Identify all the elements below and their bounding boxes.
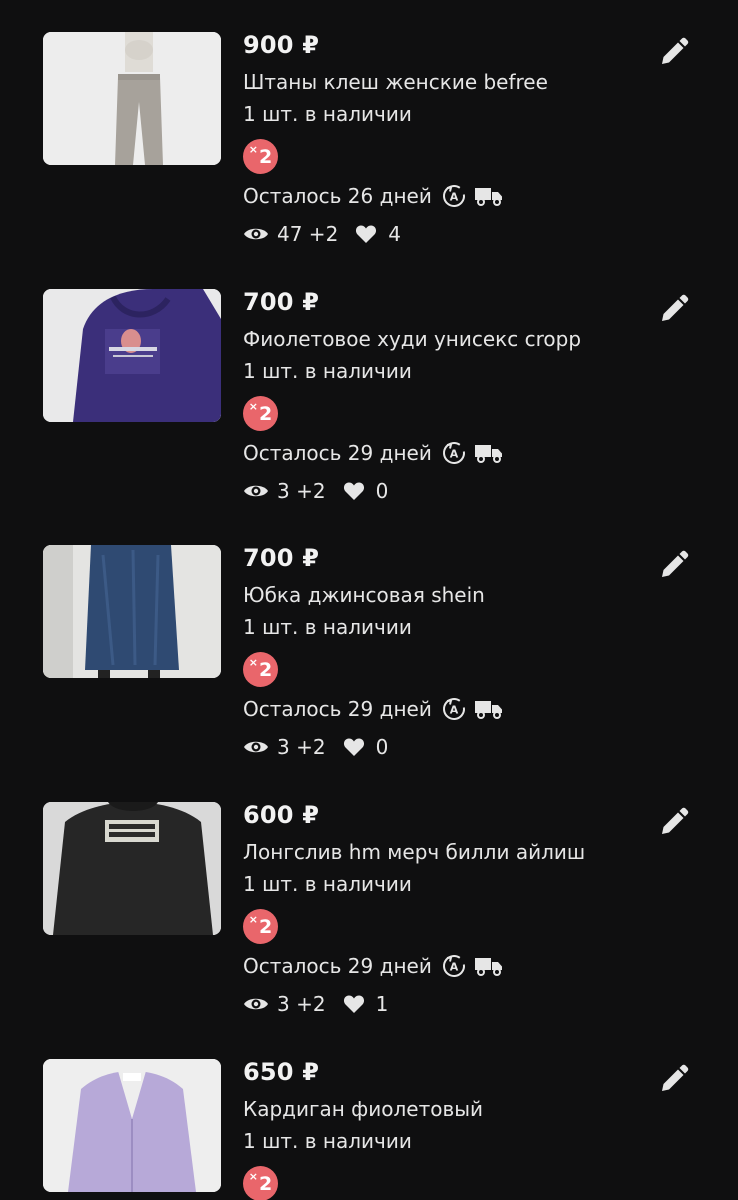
price: 650 ₽	[243, 1059, 320, 1086]
likes-count: 1	[375, 992, 389, 1016]
boost-badge[interactable]: × 2	[243, 396, 278, 431]
price: 700 ₽	[243, 288, 320, 316]
stock-status: 1 шт. в наличии	[243, 102, 412, 126]
days-left-row: Осталось 29 дней A	[243, 952, 503, 980]
eye-icon	[243, 738, 269, 756]
pencil-icon[interactable]	[656, 804, 692, 840]
auto-renew-icon: A	[442, 184, 466, 208]
stats-row: 3 +2 0	[243, 733, 388, 761]
boost-badge[interactable]: × 2	[243, 139, 278, 174]
days-left-row: Осталось 26 дней A	[243, 182, 503, 210]
svg-text:A: A	[450, 961, 459, 974]
truck-icon	[474, 956, 503, 976]
listing-item[interactable]: 700 ₽ Фиолетовое худи унисекс cropp 1 шт…	[0, 288, 738, 546]
eye-icon	[243, 225, 269, 243]
price: 700 ₽	[243, 544, 320, 572]
likes-count: 0	[375, 479, 389, 503]
svg-text:A: A	[450, 448, 459, 461]
heart-icon	[343, 994, 365, 1014]
views-count: 3 +2	[277, 992, 326, 1016]
pencil-icon[interactable]	[656, 34, 692, 70]
views-count: 47 +2	[277, 222, 339, 246]
stats-row: 3 +2 1	[243, 990, 388, 1018]
svg-text:A: A	[450, 704, 459, 717]
cardigan-photo-icon	[43, 1059, 221, 1192]
views-count: 3 +2	[277, 479, 326, 503]
likes-count: 4	[388, 222, 402, 246]
stats-row: 3 +2 0	[243, 477, 388, 505]
pencil-icon[interactable]	[656, 291, 692, 327]
listing-title[interactable]: Лонгслив hm мерч билли айлиш	[243, 840, 585, 864]
stats-row: 47 +2 4	[243, 220, 401, 248]
price: 900 ₽	[243, 31, 320, 59]
days-left: Осталось 29 дней	[243, 954, 432, 978]
truck-icon	[474, 186, 503, 206]
listing-item[interactable]: 900 ₽ Штаны клеш женские befree 1 шт. в …	[0, 31, 738, 289]
heart-icon	[343, 481, 365, 501]
views-count: 3 +2	[277, 735, 326, 759]
days-left: Осталось 26 дней	[243, 184, 432, 208]
pants-photo-icon	[43, 32, 221, 165]
product-photo[interactable]	[43, 545, 221, 678]
truck-icon	[474, 443, 503, 463]
heart-icon	[343, 737, 365, 757]
product-photo[interactable]	[43, 32, 221, 165]
listing-item[interactable]: 600 ₽ Лонгслив hm мерч билли айлиш 1 шт.…	[0, 801, 738, 1059]
auto-renew-icon: A	[442, 954, 466, 978]
eye-icon	[243, 995, 269, 1013]
boost-multiplier: 2	[258, 658, 273, 681]
boost-multiplier: 2	[258, 402, 273, 425]
boost-multiplier: 2	[258, 1172, 273, 1195]
truck-icon	[474, 699, 503, 719]
listing-item[interactable]: 700 ₽ Юбка джинсовая shein 1 шт. в налич…	[0, 544, 738, 802]
boost-badge[interactable]: × 2	[243, 909, 278, 944]
likes-count: 0	[375, 735, 389, 759]
listing-title[interactable]: Юбка джинсовая shein	[243, 583, 485, 607]
heart-icon	[355, 224, 377, 244]
price: 600 ₽	[243, 801, 320, 829]
stock-status: 1 шт. в наличии	[243, 615, 412, 639]
boost-badge[interactable]: × 2	[243, 652, 278, 687]
listing-item[interactable]: 650 ₽ Кардиган фиолетовый 1 шт. в наличи…	[0, 1059, 738, 1200]
boost-multiplier: 2	[258, 915, 273, 938]
product-photo[interactable]	[43, 802, 221, 935]
pencil-icon[interactable]	[656, 1061, 692, 1097]
product-photo[interactable]	[43, 1059, 221, 1192]
product-photo[interactable]	[43, 289, 221, 422]
stock-status: 1 шт. в наличии	[243, 872, 412, 896]
listings-list: 900 ₽ Штаны клеш женские befree 1 шт. в …	[0, 0, 738, 1200]
listing-title[interactable]: Штаны клеш женские befree	[243, 70, 548, 94]
days-left: Осталось 29 дней	[243, 441, 432, 465]
days-left-row: Осталось 29 дней A	[243, 439, 503, 467]
longsleeve-photo-icon	[43, 802, 221, 935]
boost-badge[interactable]: × 2	[243, 1166, 278, 1200]
days-left-row: Осталось 29 дней A	[243, 695, 503, 723]
stock-status: 1 шт. в наличии	[243, 1129, 412, 1153]
hoodie-photo-icon	[43, 289, 221, 422]
svg-text:A: A	[450, 191, 459, 204]
stock-status: 1 шт. в наличии	[243, 359, 412, 383]
auto-renew-icon: A	[442, 697, 466, 721]
eye-icon	[243, 482, 269, 500]
skirt-photo-icon	[43, 545, 221, 678]
auto-renew-icon: A	[442, 441, 466, 465]
boost-multiplier: 2	[258, 145, 273, 168]
pencil-icon[interactable]	[656, 547, 692, 583]
listing-title[interactable]: Кардиган фиолетовый	[243, 1097, 483, 1121]
days-left: Осталось 29 дней	[243, 697, 432, 721]
listing-title[interactable]: Фиолетовое худи унисекс cropp	[243, 327, 581, 351]
